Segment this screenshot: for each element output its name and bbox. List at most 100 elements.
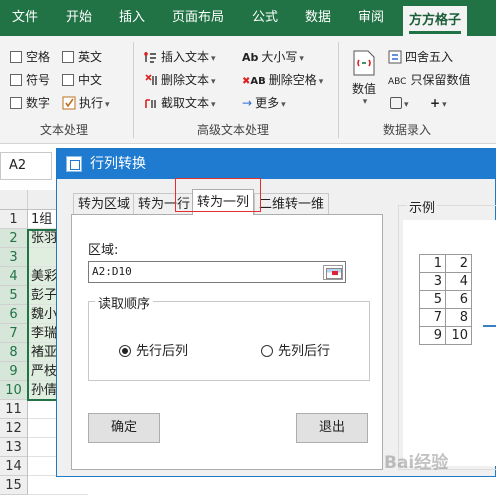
row-header[interactable]: 7: [0, 324, 28, 343]
baidu-watermark: Bai经验: [384, 453, 449, 473]
radio-col-first[interactable]: 先列后行: [261, 340, 330, 359]
insert-text-button[interactable]: 插入文本 ▾: [144, 48, 216, 66]
delete-space-label: 删除空格: [268, 73, 317, 87]
group-label-text: 文本处理: [40, 123, 89, 137]
example-cell: 6: [445, 290, 472, 309]
cell-a15[interactable]: [28, 476, 88, 495]
row-header[interactable]: 1: [0, 210, 28, 229]
radio-row-first-label: 先行后列: [136, 344, 189, 359]
group-divider: [133, 42, 134, 138]
round-label: 四舍五入: [405, 50, 454, 64]
checkbox-space[interactable]: 空格: [10, 48, 50, 66]
keep-numeric-button[interactable]: ABC 只保留数值: [388, 71, 470, 89]
chevron-down-icon: ▾: [105, 100, 110, 110]
row-header[interactable]: 5: [0, 286, 28, 305]
chevron-down-icon: ▾: [211, 100, 216, 110]
tab-home[interactable]: 开始: [66, 0, 92, 36]
checkbox-label: 空格: [26, 50, 51, 64]
delete-space-icon: ✖AB: [242, 76, 266, 87]
tab-formulas[interactable]: 公式: [252, 0, 278, 36]
group-divider: [338, 42, 339, 138]
tab-to-column[interactable]: 转为一列: [192, 189, 255, 215]
example-cell: 1: [419, 254, 446, 273]
row-header[interactable]: 2: [0, 229, 28, 248]
corner-select-all[interactable]: [0, 190, 28, 210]
delete-space-button[interactable]: ✖AB 删除空格 ▾: [242, 71, 323, 89]
tab-2d-to-1d[interactable]: 二维转一维: [254, 193, 330, 215]
app-icon: [66, 156, 82, 172]
case-icon: Ab: [242, 51, 259, 64]
format-icon: [390, 97, 402, 109]
example-cell: 7: [419, 308, 446, 327]
tab-insert[interactable]: 插入: [119, 0, 145, 36]
round-button[interactable]: 四舍五入: [388, 48, 453, 66]
extract-text-label: 截取文本: [161, 96, 210, 110]
row-header[interactable]: 4: [0, 267, 28, 286]
tab-file[interactable]: 文件: [12, 0, 38, 36]
add-button[interactable]: + ▾: [430, 94, 447, 112]
delete-text-label: 删除文本: [161, 73, 210, 87]
area-value: A2:D10: [92, 265, 132, 278]
group-label-advanced: 高级文本处理: [197, 123, 270, 137]
checkbox-number[interactable]: 数字: [10, 94, 50, 112]
group-label-data-entry: 数据录入: [383, 123, 432, 137]
name-box[interactable]: A2: [0, 152, 52, 180]
chevron-down-icon: ▾: [211, 54, 216, 64]
example-cell: 2: [445, 254, 472, 273]
example-group: 示例 12 34 56 78 9 10: [398, 197, 496, 470]
tab-data[interactable]: 数据: [305, 0, 331, 36]
more-label: 更多: [255, 96, 280, 110]
ribbon-panel: 空格 英文 符号 中文 数字 执行 ▾ 文本处理 插入文本 ▾ 删除文本 ▾ 截取文本…: [0, 36, 496, 144]
numeric-icon: [353, 50, 375, 76]
checkbox-symbol[interactable]: 符号: [10, 71, 50, 89]
round-icon: [388, 50, 402, 64]
example-label: 示例: [407, 197, 438, 216]
row-header[interactable]: 10: [0, 381, 28, 400]
example-cell: 4: [445, 272, 472, 291]
row-header[interactable]: 14: [0, 457, 28, 476]
row-header[interactable]: 13: [0, 438, 28, 457]
dialog-title-bar[interactable]: 行列转换: [57, 149, 496, 179]
checkbox-chinese[interactable]: 中文: [62, 71, 102, 89]
area-input[interactable]: A2:D10: [88, 261, 346, 283]
row-header[interactable]: 9: [0, 362, 28, 381]
dialog-title: 行列转换: [90, 156, 146, 172]
ok-button[interactable]: 确定: [88, 413, 160, 443]
tab-page-layout[interactable]: 页面布局: [172, 0, 224, 36]
execute-button[interactable]: 执行 ▾: [62, 94, 110, 112]
numeric-label: 数值: [351, 82, 376, 96]
chevron-down-icon: ▾: [318, 77, 324, 87]
delete-text-button[interactable]: 删除文本 ▾: [144, 71, 216, 89]
checkbox-icon: [10, 97, 22, 109]
row-header[interactable]: 15: [0, 476, 28, 495]
radio-row-first[interactable]: 先行后列: [119, 340, 188, 359]
extract-text-button[interactable]: 截取文本 ▾: [144, 94, 216, 112]
row-header[interactable]: 3: [0, 248, 28, 267]
row-header[interactable]: 11: [0, 400, 28, 419]
format-button[interactable]: ▾: [390, 94, 409, 112]
case-button[interactable]: Ab 大小写 ▾: [242, 48, 304, 66]
tab-fangfang[interactable]: 方方格子: [403, 6, 468, 36]
area-label: 区域:: [88, 243, 119, 258]
row-header[interactable]: 8: [0, 343, 28, 362]
chevron-down-icon: ▾: [362, 97, 368, 107]
checkbox-english[interactable]: 英文: [62, 48, 102, 66]
checkbox-icon: [62, 51, 74, 63]
checkbox-label: 符号: [26, 73, 51, 87]
tab-review[interactable]: 审阅: [358, 0, 384, 36]
tab-to-range[interactable]: 转为区域: [73, 193, 136, 215]
tab-to-row[interactable]: 转为一行: [133, 193, 196, 215]
exit-button[interactable]: 退出: [296, 413, 368, 443]
checkbox-label: 英文: [78, 50, 103, 64]
checkbox-label: 中文: [78, 73, 103, 87]
radio-col-first-label: 先列后行: [278, 344, 331, 359]
numeric-button[interactable]: 数值 ▾: [346, 48, 382, 110]
row-header[interactable]: 6: [0, 305, 28, 324]
example-cell: 3: [419, 272, 446, 291]
range-picker-icon[interactable]: [323, 265, 343, 280]
radio-selected-icon: [119, 345, 131, 357]
row-header[interactable]: 12: [0, 419, 28, 438]
more-button[interactable]: → 更多 ▾: [242, 94, 286, 112]
example-cell: 10: [445, 326, 472, 345]
example-table: 12 34 56 78 9 10: [419, 254, 472, 345]
